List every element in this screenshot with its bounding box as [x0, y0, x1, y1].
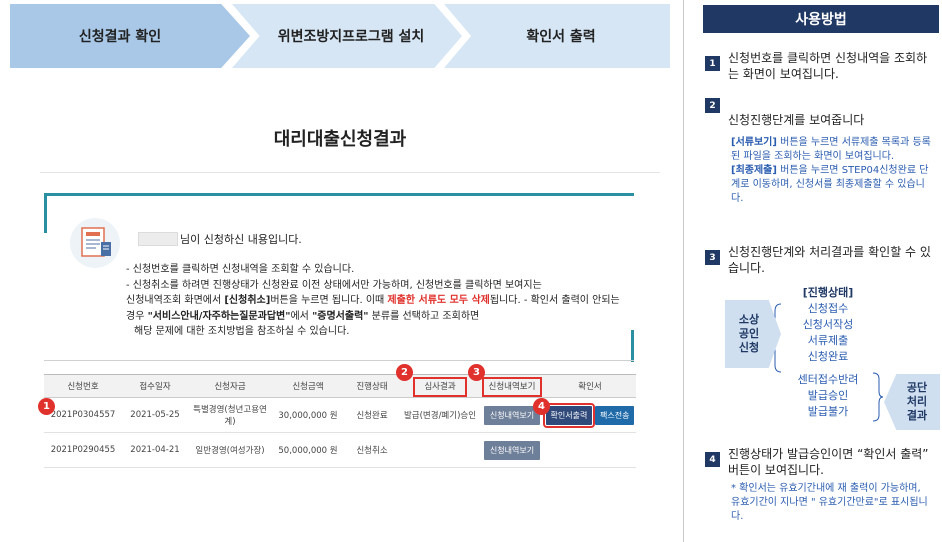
step-ribbon: 신청결과 확인 위변조방지프로그램 설치 확인서 출력 — [10, 4, 670, 68]
cell-result — [400, 432, 480, 468]
view-details-button[interactable]: 신청내역보기 — [483, 405, 541, 425]
cell-amount: 50,000,000 원 — [272, 432, 344, 468]
state-item: 센터접수반려 — [797, 373, 859, 386]
notice-line-3: 신청내역조회 화면에서 [신청취소]버튼을 누르면 됩니다. 이때 제출한 서류… — [126, 295, 620, 306]
marker-2: 2 — [396, 364, 413, 381]
applicant-suffix: 님이 신청하신 내용입니다. — [180, 233, 302, 246]
step-1-result: 신청결과 확인 — [10, 4, 250, 68]
state-item: 신청완료 — [807, 350, 849, 363]
marker-3: 3 — [468, 364, 485, 381]
col-header: 신청금액 — [272, 374, 344, 398]
result-table: 신청번호 접수일자 신청자금 신청금액 진행상태 심사결과 신청내역보기 확인서… — [44, 374, 636, 468]
col-header: 확인서 — [544, 374, 636, 398]
step-3-print: 확인서 출력 — [444, 4, 670, 68]
state-item: 서류제출 — [807, 334, 849, 347]
cell-date: 2021-04-21 — [122, 432, 188, 468]
cell-status: 신청완료 — [344, 397, 400, 433]
panel-divider — [683, 0, 684, 542]
cell-result: 발급(변경/폐기)승인 — [400, 397, 480, 433]
state-group-2: 센터접수반려 발급승인 발급불가 — [780, 372, 876, 420]
application-number-link[interactable]: 2021P0304557 — [44, 397, 122, 433]
usage-step-2-text: 신청진행단계를 보여줍니다 — [728, 113, 865, 127]
step-2-install: 위변조방지프로그램 설치 — [232, 4, 462, 68]
col-header: 접수일자 — [122, 374, 188, 398]
col-header-review: 심사결과 — [400, 374, 480, 398]
usage-step-1-text: 신청번호를 클릭하면 신청내역을 조회하는 화면이 보여집니다. — [728, 51, 928, 81]
cell-date: 2021-05-25 — [122, 397, 188, 433]
step-number-2: 2 — [705, 98, 720, 113]
step-number-4: 4 — [705, 452, 720, 467]
cell-print: 확인서출력 팩스전송 — [542, 397, 636, 433]
step-number-1: 1 — [705, 56, 720, 71]
print-certificate-button[interactable]: 확인서출력 — [542, 402, 596, 428]
notice-line-5: 해당 문제에 대한 조치방법을 참조하실 수 있습니다. — [134, 326, 350, 337]
fax-send-button[interactable]: 팩스전송 — [595, 405, 635, 425]
cell-amount: 30,000,000 원 — [272, 397, 344, 433]
cell-fund: 일반경영(여성가장) — [188, 432, 272, 468]
state-item: 신청서작성 — [802, 318, 854, 331]
state-item: 발급승인 — [807, 389, 849, 402]
state-item: 신청접수 — [807, 302, 849, 315]
document-icon — [70, 218, 120, 268]
frame-top-line — [44, 193, 634, 196]
notice-line-1: - 신청번호를 클릭하면 신청내역을 조회할 수 있습니다. — [126, 264, 355, 275]
agency-result-chevron: 공단 처리 결과 — [884, 374, 940, 430]
state-title: [진행상태] — [802, 286, 854, 299]
cell-status: 신청취소 — [344, 432, 400, 468]
usage-step-4-note: * 확인서는 유효기간내에 재 출력이 가능하며, 유효기간이 지나면 " 유효… — [731, 483, 928, 522]
table-header-row: 신청번호 접수일자 신청자금 신청금액 진행상태 심사결과 신청내역보기 확인서 — [44, 374, 636, 398]
table-row: 2021P0290455 2021-04-21 일반경영(여성가장) 50,00… — [44, 432, 636, 468]
application-number-link[interactable]: 2021P0290455 — [44, 432, 122, 468]
cell-fund: 특별경영(청년고용연계) — [188, 397, 272, 433]
marker-1: 1 — [38, 398, 55, 415]
cell-view: 신청내역보기 — [480, 432, 544, 468]
usage-step-2-detail: [서류보기] 버튼을 누르면 서류제출 목록과 등록된 파일을 조회하는 화면이… — [731, 137, 931, 204]
notice-line-4: 경우 "서비스안내/자주하는질문과답변"에서 "증명서출력" 분류를 선택하고 … — [126, 310, 480, 322]
state-item: 발급불가 — [807, 405, 849, 418]
frame-bottom-line — [44, 360, 634, 361]
applicant-line: 님이 신청하신 내용입니다. — [138, 231, 302, 247]
col-header: 신청번호 — [44, 374, 122, 398]
frame-left-line — [44, 193, 47, 233]
state-group-1: [진행상태] 신청접수 신청서작성 서류제출 신청완료 — [780, 285, 876, 365]
col-header-view: 신청내역보기 — [480, 374, 544, 398]
right-brace-icon — [872, 372, 884, 422]
step-number-3: 3 — [705, 250, 720, 265]
col-header: 진행상태 — [344, 374, 400, 398]
notice-line-2: - 신청취소를 하려면 진행상태가 신청완료 이전 상태에서만 가능하며, 신청… — [126, 279, 542, 291]
page-title: 대리대출신청결과 — [273, 129, 407, 150]
notice-text: - 신청번호를 클릭하면 신청내역을 조회할 수 있습니다. - 신청취소를 하… — [126, 262, 636, 340]
panel-title: 사용방법 — [703, 5, 939, 33]
masked-name — [138, 232, 178, 246]
divider — [40, 172, 660, 173]
cell-print — [544, 432, 636, 468]
usage-step-4-text: 진행상태가 발급승인이면 “확인서 출력” 버튼이 보여집니다. — [728, 447, 929, 477]
view-details-button[interactable]: 신청내역보기 — [483, 440, 541, 460]
marker-4: 4 — [533, 398, 550, 415]
usage-step-3-text: 신청진행단계와 처리결과를 확인할 수 있습니다. — [728, 245, 931, 275]
col-header: 신청자금 — [188, 374, 272, 398]
